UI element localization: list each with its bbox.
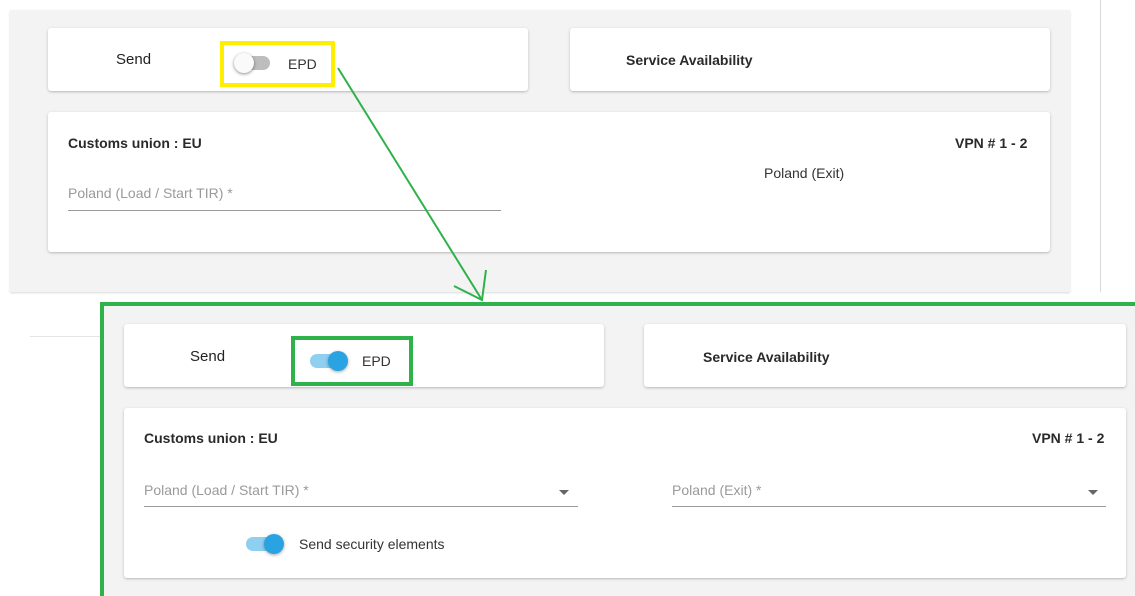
before-vpn-label: VPN # 1 - 2	[955, 135, 1028, 151]
left-separator	[30, 336, 102, 337]
before-epd-highlight	[220, 41, 335, 87]
before-exit-label: Poland (Exit)	[764, 165, 845, 181]
before-service-label: Service Availability	[626, 52, 753, 68]
before-start-underline	[68, 210, 501, 211]
before-send-label: Send	[116, 51, 152, 68]
after-panel-highlight	[100, 302, 1135, 596]
before-customs-card	[48, 112, 1050, 252]
before-customs-label: Customs union : EU	[68, 135, 202, 151]
before-start-input[interactable]: Poland (Load / Start TIR) *	[68, 185, 233, 201]
right-divider	[1100, 0, 1101, 292]
